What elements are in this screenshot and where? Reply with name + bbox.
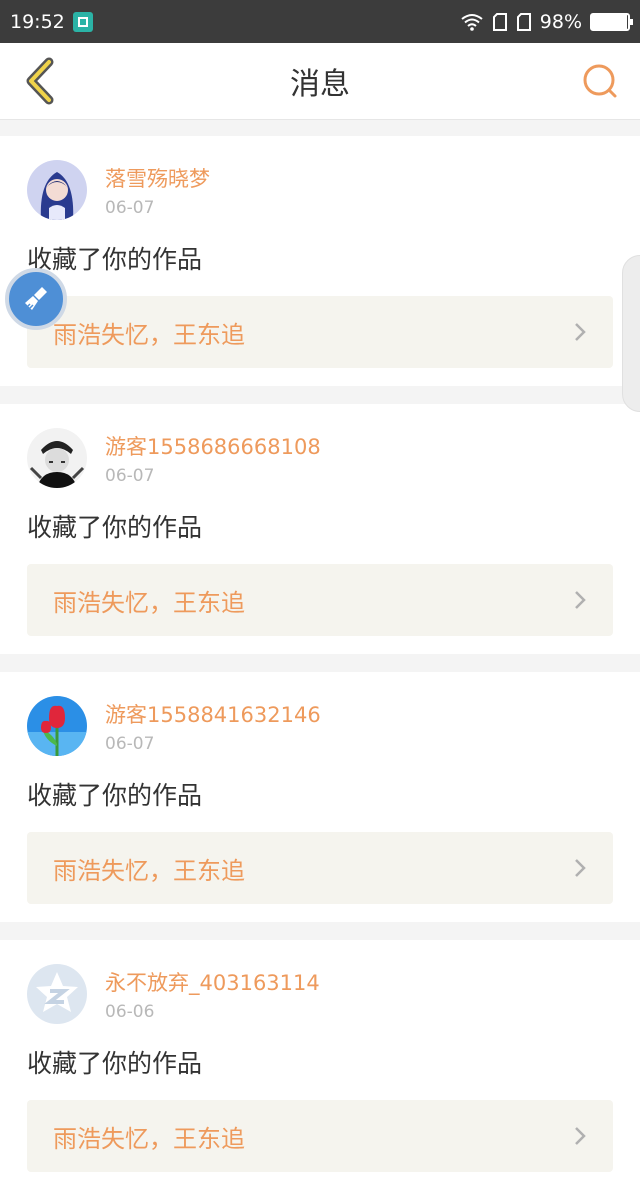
work-link[interactable]: 雨浩失忆，王东追	[27, 564, 613, 636]
floating-cleaner-button[interactable]	[5, 268, 67, 330]
back-button[interactable]	[16, 57, 64, 105]
work-title: 雨浩失忆，王东追	[53, 588, 245, 617]
action-text: 收藏了你的作品	[27, 1049, 203, 1078]
user-avatar[interactable]	[27, 696, 87, 756]
chevron-right-icon	[575, 591, 586, 609]
message-card: 游客1558841632146 06-07 收藏了你的作品 雨浩失忆，王东追	[0, 672, 640, 922]
screenshot-app-icon	[72, 11, 93, 32]
top-nav-bar: 消息	[0, 43, 640, 120]
username[interactable]: 落雪殇晓梦	[105, 166, 210, 192]
search-button[interactable]	[576, 57, 624, 105]
user-avatar[interactable]	[27, 964, 87, 1024]
edge-swipe-handle[interactable]	[622, 255, 640, 412]
sim-card-icon	[516, 12, 531, 31]
message-date: 06-07	[105, 466, 155, 486]
status-bar: 19:52 98%	[0, 0, 640, 43]
message-card: 永不放弃_403163114 06-06 收藏了你的作品 雨浩失忆，王东追	[0, 940, 640, 1190]
username[interactable]: 游客1558686668108	[105, 434, 321, 460]
message-date: 06-06	[105, 1002, 155, 1022]
work-link[interactable]: 雨浩失忆，王东追	[27, 832, 613, 904]
action-text: 收藏了你的作品	[27, 513, 203, 542]
message-date: 06-07	[105, 734, 155, 754]
chevron-right-icon	[575, 323, 586, 341]
sim-card-icon	[492, 12, 507, 31]
work-link[interactable]: 雨浩失忆，王东追	[27, 1100, 613, 1172]
work-title: 雨浩失忆，王东追	[53, 320, 245, 349]
battery-percent: 98%	[539, 10, 582, 33]
broom-icon	[25, 287, 47, 310]
status-time: 19:52	[10, 10, 65, 33]
page-title: 消息	[290, 67, 350, 102]
chevron-right-icon	[575, 859, 586, 877]
message-card: 游客1558686668108 06-07 收藏了你的作品 雨浩失忆，王东追	[0, 404, 640, 654]
action-text: 收藏了你的作品	[27, 781, 203, 810]
search-icon	[583, 64, 617, 98]
message-card: 落雪殇晓梦 06-07 收藏了你的作品 雨浩失忆，王东追	[0, 136, 640, 386]
username[interactable]: 游客1558841632146	[105, 702, 321, 728]
battery-icon	[590, 12, 633, 31]
message-list: 落雪殇晓梦 06-07 收藏了你的作品 雨浩失忆，王东追 游客155868666…	[0, 120, 640, 1190]
chevron-right-icon	[575, 1127, 586, 1145]
wifi-icon	[461, 13, 483, 31]
chevron-left-icon	[26, 57, 54, 105]
action-text: 收藏了你的作品	[27, 245, 203, 274]
message-date: 06-07	[105, 198, 155, 218]
user-avatar[interactable]	[27, 428, 87, 488]
work-title: 雨浩失忆，王东追	[53, 1124, 245, 1153]
username[interactable]: 永不放弃_403163114	[105, 970, 320, 996]
work-title: 雨浩失忆，王东追	[53, 856, 245, 885]
user-avatar[interactable]	[27, 160, 87, 220]
work-link[interactable]: 雨浩失忆，王东追	[27, 296, 613, 368]
